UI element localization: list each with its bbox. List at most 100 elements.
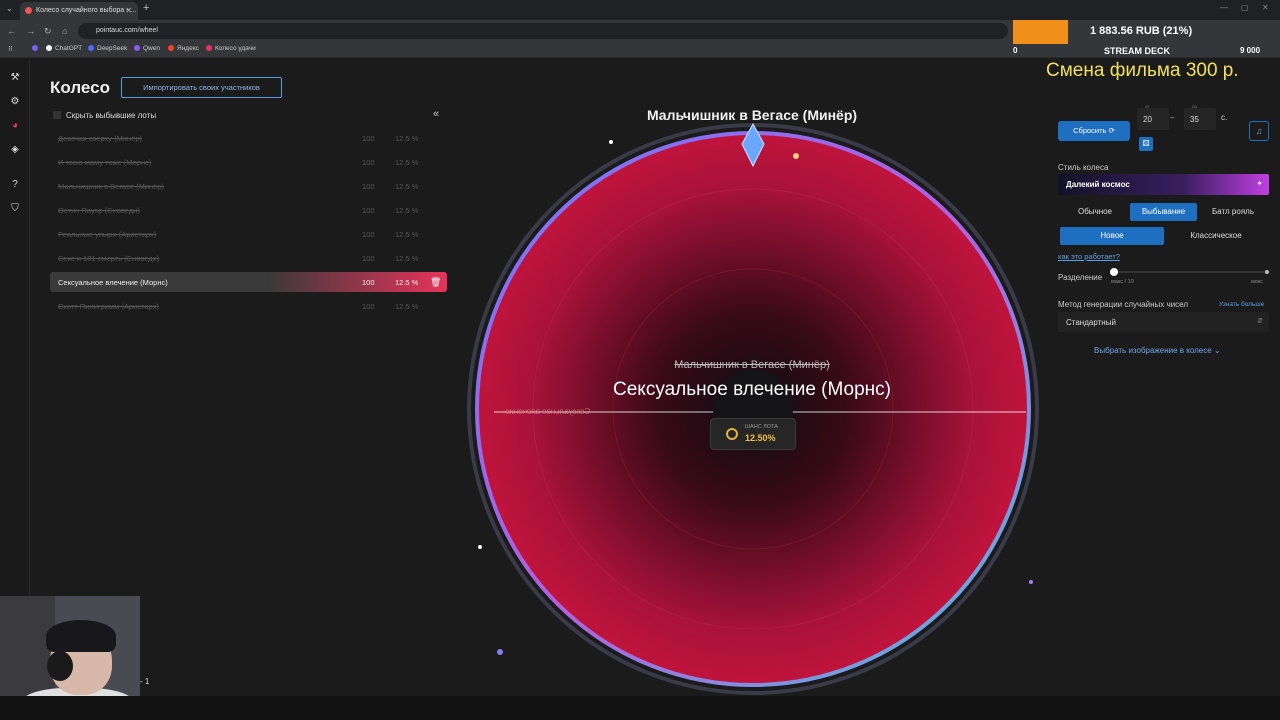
participant-name: Мальчишник в Вегасе (Минёр) bbox=[58, 182, 164, 191]
collapse-panel-icon[interactable]: « bbox=[433, 108, 439, 120]
donation-min: 0 bbox=[1013, 46, 1018, 55]
rng-method-value: Стандартный bbox=[1066, 318, 1116, 327]
layers-icon[interactable]: ◈ bbox=[9, 144, 21, 156]
submode-new[interactable]: Новое bbox=[1060, 227, 1164, 245]
side-navigation: ⚒ ⚙ ◕ ◈ ? ⛉ bbox=[0, 58, 30, 596]
wheel-current-result: Сексуальное влечение (Морнс) bbox=[613, 379, 891, 400]
browser-tab[interactable]: Колесо случайного выбора - ... ✕ bbox=[20, 2, 138, 20]
split-slider[interactable] bbox=[1110, 268, 1269, 276]
rng-method-label: Метод генерации случайных чисел bbox=[1058, 300, 1189, 309]
submode-classic[interactable]: Классическое bbox=[1166, 227, 1266, 245]
participant-row[interactable]: Реальные упыри (Аристарх) 100 12.5 % bbox=[50, 224, 447, 244]
wheel-previous-winner: Мальчишник в Вегасе (Минёр) bbox=[674, 359, 830, 371]
sparkle-icon: ✦ bbox=[1256, 179, 1263, 188]
mode-elimination[interactable]: Выбывание bbox=[1130, 203, 1197, 221]
help-icon[interactable]: ? bbox=[9, 179, 21, 191]
participant-row[interactable]: Скотт Пилигримм (Аристарх) 100 12.5 % bbox=[50, 296, 447, 316]
participant-row[interactable]: Мальчишник в Вегасе (Минёр) 100 12.5 % bbox=[50, 176, 447, 196]
participant-amount: 100 bbox=[362, 134, 375, 143]
chance-label: ШАНС ЛОТА bbox=[745, 424, 778, 430]
wheel-style-value: Далекий космос bbox=[1066, 180, 1130, 189]
participant-row[interactable]: Секс и 101 смерть (Сноведи) 100 12.5 % bbox=[50, 248, 447, 268]
settings-gear-icon[interactable]: ⚙ bbox=[9, 96, 21, 108]
bookmark-wheel-icon bbox=[206, 45, 212, 52]
participant-percent: 12.5 % bbox=[395, 278, 419, 287]
reset-button[interactable]: Сбросить ⟳ bbox=[1058, 121, 1130, 141]
mode-battle-royale[interactable]: Батл рояль bbox=[1202, 203, 1264, 221]
how-it-works-link[interactable]: как это работает? bbox=[1058, 252, 1120, 261]
bookmark-wheel[interactable]: Колесо удачи bbox=[206, 45, 256, 52]
seconds-unit: с. bbox=[1221, 113, 1228, 122]
wheel-icon[interactable]: ◕ bbox=[9, 120, 21, 132]
url-input[interactable]: pointauc.com/wheel bbox=[78, 23, 1008, 39]
new-tab-icon[interactable]: + bbox=[143, 2, 149, 14]
participant-name: Сексуальное влечение (Морнс) bbox=[58, 278, 168, 287]
apps-icon[interactable]: ⠿ bbox=[8, 45, 13, 53]
bookmark-qwen-label: Qwen bbox=[143, 45, 160, 52]
participant-name: И твою маму тоже (Морнс) bbox=[58, 158, 152, 167]
participant-name: Скотт Пилигримм (Аристарх) bbox=[58, 302, 159, 311]
participant-row[interactable]: И твою маму тоже (Морнс) 100 12.5 % bbox=[50, 152, 447, 172]
duration-to-input[interactable]: 35 bbox=[1184, 108, 1216, 130]
url-text: pointauc.com/wheel bbox=[96, 27, 158, 34]
tab-search-icon[interactable]: ⌄ bbox=[6, 4, 13, 13]
home-icon[interactable]: ⌂ bbox=[62, 26, 67, 36]
mode-normal[interactable]: Обычное bbox=[1066, 203, 1124, 221]
delete-icon[interactable]: 🗑 bbox=[430, 277, 441, 288]
wheel-style-label: Стиль колеса bbox=[1058, 163, 1109, 172]
choose-wheel-image-link[interactable]: Выбрать изображение в колесе ⌄ bbox=[1094, 346, 1221, 355]
close-tab-icon[interactable]: ✕ bbox=[125, 6, 132, 15]
participant-name: Остин Пауэр (Сноведи) bbox=[58, 206, 140, 215]
participant-row[interactable]: Сексуальное влечение (Морнс) 100 12.5 % 🗑 bbox=[50, 272, 447, 292]
split-min-label: макс / 10 bbox=[1111, 279, 1134, 285]
bookmark-yandex-label: Яндекс bbox=[177, 45, 199, 52]
donation-title: STREAM DECK bbox=[1104, 46, 1171, 56]
participant-name: Реальные упыри (Аристарх) bbox=[58, 230, 157, 239]
window-close-icon[interactable]: ✕ bbox=[1262, 3, 1269, 12]
donation-max: 9 000 bbox=[1240, 46, 1261, 55]
star-icon bbox=[609, 140, 613, 144]
overlay-caption: Смена фильма 300 р. bbox=[1046, 60, 1239, 81]
reload-icon[interactable]: ↻ bbox=[44, 26, 52, 37]
star-icon bbox=[1029, 580, 1033, 584]
participant-percent: 12.5 % bbox=[395, 302, 419, 311]
bookmark-qwen[interactable]: Qwen bbox=[134, 45, 160, 52]
participant-row[interactable]: Девочки сверху (Минёр) 100 12.5 % bbox=[50, 128, 447, 148]
participant-amount: 100 bbox=[362, 302, 375, 311]
minimize-icon[interactable]: — bbox=[1220, 3, 1228, 12]
import-participants-button[interactable]: Импортировать своих участников bbox=[121, 77, 282, 98]
bookmark-item[interactable] bbox=[32, 45, 41, 52]
participant-row[interactable]: Остин Пауэр (Сноведи) 100 12.5 % bbox=[50, 200, 447, 220]
forward-icon[interactable]: → bbox=[26, 26, 35, 36]
auction-hammer-icon[interactable]: ⚒ bbox=[9, 72, 21, 84]
music-icon[interactable]: ♫ bbox=[1249, 121, 1269, 141]
split-slider-handle[interactable] bbox=[1110, 268, 1118, 276]
rng-method-select[interactable]: Стандартный ⇵ bbox=[1058, 312, 1269, 332]
choose-wheel-image-label: Выбрать изображение в колесе bbox=[1094, 346, 1212, 355]
participant-amount: 100 bbox=[362, 158, 375, 167]
bookmark-chatgpt[interactable]: ChatGPT bbox=[46, 45, 82, 52]
hide-dropped-checkbox[interactable] bbox=[53, 111, 61, 119]
duration-from-input[interactable]: 20 bbox=[1137, 108, 1169, 130]
maximize-icon[interactable]: ▢ bbox=[1241, 3, 1249, 12]
bookmark-yandex-icon bbox=[168, 45, 174, 52]
participant-amount: 100 bbox=[362, 230, 375, 239]
bookmark-deepseek[interactable]: DeepSeek bbox=[88, 45, 127, 52]
participant-name: Девочки сверху (Минёр) bbox=[58, 134, 143, 143]
bookmark-yandex[interactable]: Яндекс bbox=[168, 45, 199, 52]
participant-amount: 100 bbox=[362, 254, 375, 263]
tab-title: Колесо случайного выбора - ... bbox=[36, 7, 137, 14]
dice-icon[interactable]: ⚄ bbox=[1139, 137, 1153, 151]
wheel-top-winner: Мальчишник в Вегасе (Минёр) bbox=[646, 107, 858, 123]
range-dash: – bbox=[1170, 113, 1175, 122]
wheel-style-select[interactable]: Далекий космос ✦ bbox=[1058, 174, 1269, 195]
learn-more-link[interactable]: Узнать больше bbox=[1219, 301, 1264, 308]
shield-icon[interactable]: ⛉ bbox=[9, 203, 21, 215]
bookmark-icon bbox=[32, 45, 38, 52]
back-icon[interactable]: ← bbox=[7, 26, 16, 36]
bookmark-chatgpt-icon bbox=[46, 45, 52, 52]
chevron-updown-icon: ⇵ bbox=[1257, 318, 1263, 325]
hide-dropped-label: Скрыть выбывшие лоты bbox=[66, 111, 157, 120]
bookmark-deepseek-icon bbox=[88, 45, 94, 52]
split-max-label: макс bbox=[1251, 279, 1264, 285]
